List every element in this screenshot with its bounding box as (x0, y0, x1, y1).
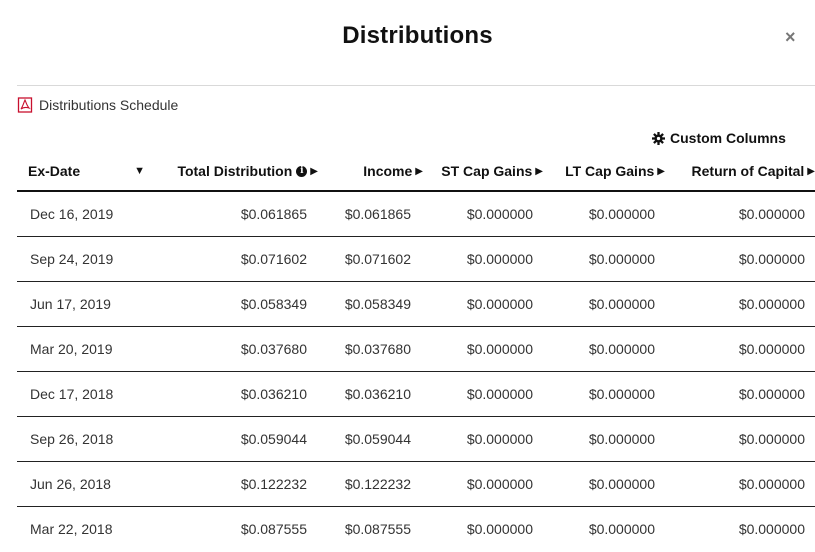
st-cap-gains-cell: $0.000000 (423, 416, 545, 462)
table-row: Mar 20, 2019 $0.037680 $0.037680 $0.0000… (17, 326, 815, 372)
table-row: Sep 24, 2019 $0.071602 $0.071602 $0.0000… (17, 236, 815, 282)
table-row: Mar 22, 2018 $0.087555 $0.087555 $0.0000… (17, 507, 815, 552)
return-of-capital-cell: $0.000000 (667, 416, 815, 462)
total-distribution-cell: $0.061865 (153, 191, 321, 237)
income-cell: $0.059044 (321, 416, 423, 462)
ex-date-cell: Mar 22, 2018 (30, 521, 113, 537)
st-cap-gains-cell: $0.000000 (423, 281, 545, 327)
total-distribution-cell: $0.058349 (153, 281, 321, 327)
return-of-capital-cell: $0.000000 (667, 191, 815, 237)
total-distribution-cell: $0.036210 (153, 371, 321, 417)
return-of-capital-label: Return of Capital (691, 163, 805, 179)
total-distribution-cell: $0.037680 (153, 326, 321, 372)
table-row: Jun 17, 2019 $0.058349 $0.058349 $0.0000… (17, 281, 815, 327)
return-of-capital-cell: $0.000000 (667, 281, 815, 327)
lt-cap-gains-cell: $0.000000 (545, 191, 667, 237)
lt-cap-gains-cell: $0.000000 (545, 461, 667, 507)
return-of-capital-cell: $0.000000 (667, 461, 815, 507)
column-header-st-cap-gains[interactable]: ST Cap Gains ▶ (423, 152, 545, 192)
income-cell: $0.071602 (321, 236, 423, 282)
close-icon[interactable]: × (785, 28, 796, 46)
income-label: Income (363, 163, 413, 179)
column-header-lt-cap-gains[interactable]: LT Cap Gains ▶ (545, 152, 667, 192)
income-cell: $0.061865 (321, 191, 423, 237)
sort-right-icon: ▶ (310, 165, 318, 177)
schedule-link-label: Distributions Schedule (39, 97, 179, 113)
table-row: Dec 17, 2018 $0.036210 $0.036210 $0.0000… (17, 371, 815, 417)
lt-cap-gains-cell: $0.000000 (545, 281, 667, 327)
ex-date-cell: Jun 17, 2019 (17, 281, 153, 327)
custom-columns-button[interactable]: Custom Columns (652, 130, 786, 146)
st-cap-gains-cell: $0.000000 (423, 236, 545, 282)
lt-cap-gains-cell: $0.000000 (545, 371, 667, 417)
distributions-schedule-link[interactable]: Distributions Schedule (17, 97, 178, 113)
modal-title: Distributions (342, 22, 493, 49)
table-row: Dec 16, 2019 $0.061865 $0.061865 $0.0000… (17, 191, 815, 237)
st-cap-gains-cell: $0.000000 (423, 461, 545, 507)
return-of-capital-cell: $0.000000 (667, 236, 815, 282)
sort-right-icon: ▶ (807, 165, 815, 177)
ex-date-cell: Sep 26, 2018 (17, 416, 153, 462)
st-cap-gains-cell: $0.000000 (423, 371, 545, 417)
ex-date-label: Ex-Date (28, 163, 81, 179)
column-header-total-distribution[interactable]: Total Distribution i ▶ (153, 152, 321, 192)
lt-cap-gains-cell: $0.000000 (588, 521, 655, 537)
gear-icon (652, 131, 665, 145)
st-cap-gains-cell: $0.000000 (466, 521, 533, 537)
lt-cap-gains-cell: $0.000000 (545, 326, 667, 372)
table-header-row: Ex-Date ▼ Total Distribution i ▶ Income … (17, 152, 815, 192)
ex-date-cell: Sep 24, 2019 (17, 236, 153, 282)
pdf-icon (17, 97, 33, 113)
sort-right-icon: ▶ (535, 165, 543, 177)
total-distribution-cell: $0.087555 (240, 521, 307, 537)
distributions-modal: Distributions × Distributions Schedule C (0, 0, 815, 552)
ex-date-cell: Dec 16, 2019 (17, 191, 153, 237)
return-of-capital-cell: $0.000000 (667, 326, 815, 372)
column-header-return-of-capital[interactable]: Return of Capital ▶ (667, 152, 815, 192)
income-cell: $0.037680 (321, 326, 423, 372)
distributions-table: Ex-Date ▼ Total Distribution i ▶ Income … (17, 152, 815, 551)
income-cell: $0.036210 (321, 371, 423, 417)
ex-date-cell: Dec 17, 2018 (17, 371, 153, 417)
sort-down-icon: ▼ (134, 165, 145, 177)
total-distribution-cell: $0.122232 (153, 461, 321, 507)
table-row: Jun 26, 2018 $0.122232 $0.122232 $0.0000… (17, 461, 815, 507)
sort-right-icon: ▶ (415, 165, 423, 177)
st-cap-gains-cell: $0.000000 (423, 326, 545, 372)
column-header-income[interactable]: Income ▶ (321, 152, 423, 192)
st-cap-gains-cell: $0.000000 (423, 191, 545, 237)
st-cap-gains-label: ST Cap Gains (441, 163, 533, 179)
return-of-capital-cell: $0.000000 (738, 521, 805, 537)
lt-cap-gains-cell: $0.000000 (545, 236, 667, 282)
sort-right-icon: ▶ (657, 165, 665, 177)
total-distribution-cell: $0.071602 (153, 236, 321, 282)
header-divider (17, 85, 815, 86)
income-cell: $0.122232 (321, 461, 423, 507)
total-distribution-label: Total Distribution (177, 163, 293, 179)
lt-cap-gains-label: LT Cap Gains (565, 163, 655, 179)
column-header-ex-date[interactable]: Ex-Date ▼ (17, 152, 153, 192)
total-distribution-cell: $0.059044 (153, 416, 321, 462)
income-cell: $0.087555 (344, 521, 411, 537)
table-row: Sep 26, 2018 $0.059044 $0.059044 $0.0000… (17, 416, 815, 462)
ex-date-cell: Jun 26, 2018 (17, 461, 153, 507)
ex-date-cell: Mar 20, 2019 (17, 326, 153, 372)
income-cell: $0.058349 (321, 281, 423, 327)
lt-cap-gains-cell: $0.000000 (545, 416, 667, 462)
info-icon[interactable]: i (296, 165, 308, 177)
return-of-capital-cell: $0.000000 (667, 371, 815, 417)
custom-columns-label: Custom Columns (670, 130, 786, 146)
